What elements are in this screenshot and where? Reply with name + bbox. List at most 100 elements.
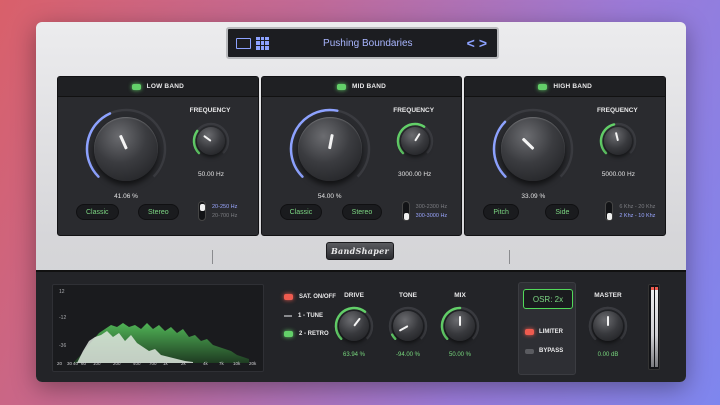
mix-label: MIX	[454, 292, 466, 299]
prev-preset-button[interactable]: <	[467, 35, 475, 51]
range-toggle[interactable]	[401, 201, 410, 221]
range-toggle[interactable]	[605, 201, 614, 221]
master-knob[interactable]	[587, 305, 629, 347]
mix-knob[interactable]	[439, 305, 481, 347]
osr-selector[interactable]: OSR: 2x	[523, 289, 573, 309]
analyzer-x-label: 20	[57, 361, 63, 366]
tone-knob[interactable]	[387, 305, 429, 347]
drive-knob[interactable]	[333, 305, 375, 347]
band-header[interactable]: LOW BAND	[58, 77, 258, 97]
spectrum-graph	[73, 323, 249, 363]
knob-body[interactable]	[593, 311, 623, 341]
knob-pointer	[203, 134, 212, 142]
band-stereo-button[interactable]: Side	[545, 204, 580, 220]
frequency-value: 3000.00 Hz	[398, 171, 432, 178]
band-enable-led-icon[interactable]	[131, 83, 141, 90]
analyzer-x-label: 100	[93, 361, 101, 366]
band-mode-button[interactable]: Classic	[279, 204, 323, 220]
preset-name[interactable]: Pushing Boundaries	[269, 38, 467, 49]
frequency-value: 50.00 Hz	[197, 171, 225, 178]
retro-label: 2 - RETRO	[299, 331, 329, 337]
limiter-led-icon	[525, 329, 534, 335]
low-band-panel: LOW BAND 41.06 % FREQUENCY 50.00 Hz Clas…	[57, 76, 259, 236]
divider	[212, 250, 213, 264]
frequency-knob[interactable]	[598, 121, 638, 161]
range-option[interactable]: 2 Khz - 10 Khz	[619, 212, 655, 221]
band-enable-led-icon[interactable]	[336, 83, 346, 90]
analyzer-x-label: 40	[73, 361, 79, 366]
band-mode-button[interactable]: Pitch	[483, 204, 519, 220]
bypass-label: BYPASS	[539, 348, 564, 354]
frequency-label: FREQUENCY	[189, 107, 231, 114]
brand-logo: BandShaper	[326, 242, 394, 260]
band-header[interactable]: MID BAND	[261, 77, 462, 97]
drive-label: DRIVE	[344, 292, 364, 299]
range-option[interactable]: 20-700 Hz	[212, 212, 237, 221]
knob-body[interactable]	[197, 127, 225, 155]
saturation-panel: 12 -12 -36 20 30 40 60 100 200 400 700 1k 2k 4k 7k 1…	[36, 270, 686, 382]
band-amount-knob[interactable]	[491, 107, 575, 191]
knob-pointer	[118, 134, 128, 150]
drive-value: 63.94 %	[342, 352, 366, 358]
knob-pointer	[521, 137, 535, 151]
knob-body[interactable]	[94, 117, 158, 181]
knob-pointer	[328, 133, 334, 150]
frequency-knob[interactable]	[191, 121, 231, 161]
limiter-toggle[interactable]: LIMITER	[525, 329, 563, 335]
range-options: 20-250 Hz 20-700 Hz	[212, 203, 237, 221]
knob-body[interactable]	[445, 311, 475, 341]
meter-bar-left	[651, 287, 654, 367]
bypass-toggle[interactable]: BYPASS	[525, 348, 563, 354]
limiter-label: LIMITER	[539, 329, 563, 335]
band-stereo-button[interactable]: Stereo	[341, 204, 383, 220]
peak-led-left	[651, 287, 654, 290]
band-amount-knob[interactable]	[288, 107, 372, 191]
knob-pointer	[413, 132, 421, 142]
knob-body[interactable]	[297, 117, 362, 181]
folder-icon[interactable]	[236, 37, 251, 49]
band-enable-led-icon[interactable]	[538, 83, 548, 90]
sat-led-icon	[284, 294, 293, 300]
high-band-panel: HIGH BAND 33.09 % FREQUENCY 5000.00 Hz P…	[464, 76, 667, 236]
frequency-value: 5000.00 Hz	[601, 171, 635, 178]
retro-led-icon	[284, 331, 293, 337]
frequency-label: FREQUENCY	[393, 107, 435, 114]
band-header[interactable]: HIGH BAND	[465, 77, 666, 97]
tune-mode-button[interactable]: 1 - TUNE	[284, 313, 323, 319]
range-option[interactable]: 6 Khz - 20 Khz	[619, 203, 655, 212]
knob-body[interactable]	[393, 311, 423, 341]
band-stereo-button[interactable]: Stereo	[138, 204, 179, 220]
master-label: MASTER	[594, 292, 622, 299]
peak-led-right	[655, 287, 658, 290]
knob-body[interactable]	[501, 117, 566, 181]
range-option[interactable]: 20-250 Hz	[212, 203, 237, 212]
next-preset-button[interactable]: >	[479, 35, 487, 51]
toggle-dot	[607, 213, 613, 220]
knob-body[interactable]	[339, 311, 369, 341]
frequency-label: FREQUENCY	[596, 107, 638, 114]
mix-value: 50.00 %	[448, 352, 472, 358]
band-title: MID BAND	[351, 83, 387, 90]
spectrum-analyzer: 12 -12 -36 20 30 40 60 100 200 400 700 1k 2k 4k 7k 1…	[52, 284, 264, 372]
range-options: 300-2300 Hz 300-3000 Hz	[416, 203, 448, 221]
analyzer-x-label: 30	[67, 361, 73, 366]
knob-pointer	[353, 317, 361, 327]
sat-toggle[interactable]: SAT. ON/OFF	[284, 294, 336, 300]
frequency-knob[interactable]	[395, 121, 435, 161]
osr-label: OSR:	[532, 294, 553, 304]
range-option[interactable]: 300-2300 Hz	[416, 203, 448, 212]
grid-icon[interactable]	[256, 36, 269, 50]
tone-label: TONE	[399, 292, 417, 299]
analyzer-x-label: 400	[133, 361, 141, 366]
analyzer-x-axis: 20 30 40 60 100 200 400 700 1k 2k 4k 7k 10k 20k	[53, 361, 263, 369]
preset-bar: Pushing Boundaries < >	[226, 27, 499, 59]
band-amount-knob[interactable]	[84, 107, 168, 191]
toggle-dot	[200, 204, 205, 211]
knob-body[interactable]	[400, 127, 429, 155]
retro-mode-button[interactable]: 2 - RETRO	[284, 331, 329, 337]
osr-value: 2x	[554, 294, 564, 304]
band-mode-button[interactable]: Classic	[76, 204, 119, 220]
output-meter	[648, 284, 660, 370]
range-option[interactable]: 300-3000 Hz	[416, 212, 448, 221]
range-toggle[interactable]	[198, 201, 206, 221]
